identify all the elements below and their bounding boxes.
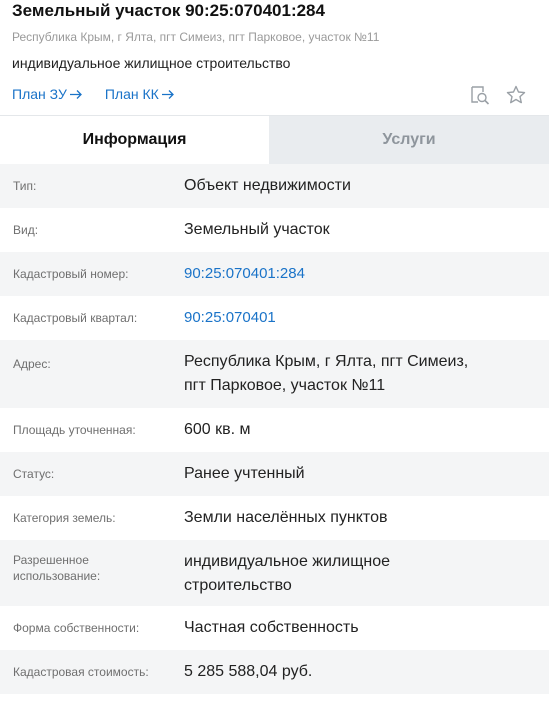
value-line-1: индивидуальное жилищное [184, 553, 390, 570]
header-actions [469, 84, 527, 106]
purpose-text: индивидуальное жилищное строительство [12, 55, 291, 71]
row-value: 600 кв. м [184, 421, 251, 438]
star-icon[interactable] [505, 84, 527, 106]
label-line-1: Разрешенное [13, 553, 89, 567]
row-label: Адрес: [13, 357, 51, 371]
label-line-2: использование: [13, 569, 101, 583]
tab-services[interactable]: Услуги [269, 116, 549, 164]
info-row-kind: Вид: Земельный участок [0, 208, 549, 252]
cadastral-number-link[interactable]: 90:25:070401:284 [184, 262, 549, 286]
row-value-address: Республика Крым, г Ялта, пгт Симеиз, пгт… [184, 350, 549, 398]
address-line-2: пгт Парковое, участок №11 [184, 377, 386, 394]
arrow-right-icon [69, 89, 82, 99]
value-line-2: строительство [184, 577, 292, 594]
row-label: Вид: [13, 223, 39, 237]
row-label: Форма собственности: [13, 621, 140, 635]
cadastral-quarter-link[interactable]: 90:25:070401 [184, 306, 549, 330]
address-line-1: Республика Крым, г Ялта, пгт Симеиз, [184, 353, 469, 370]
row-label: Тип: [13, 179, 37, 193]
info-row-cadastral-value: Кадастровая стоимость: 5 285 588,04 руб. [0, 650, 549, 694]
row-value: Земли населённых пунктов [184, 509, 388, 526]
tab-information[interactable]: Информация [0, 116, 269, 164]
search-document-icon[interactable] [469, 84, 491, 106]
page-title: Земельный участок 90:25:070401:284 [12, 1, 325, 20]
info-row-land-category: Категория земель: Земли населённых пункт… [0, 496, 549, 540]
row-label: Кадастровый номер: [13, 267, 129, 281]
info-row-address: Адрес: Республика Крым, г Ялта, пгт Симе… [0, 340, 549, 408]
row-label: Кадастровая стоимость: [13, 665, 149, 679]
plan-zu-label: План ЗУ [12, 86, 67, 102]
info-row-status: Статус: Ранее учтенный [0, 452, 549, 496]
row-label: Статус: [13, 467, 55, 481]
tab-bar: Информация Услуги [0, 115, 549, 165]
row-value: Частная собственность [184, 619, 359, 636]
row-value: Земельный участок [184, 221, 330, 238]
row-value: Ранее учтенный [184, 465, 305, 482]
row-label-permitted-use: Разрешенное использование: [0, 552, 184, 584]
row-value: 5 285 588,04 руб. [184, 663, 313, 680]
plan-zu-link[interactable]: План ЗУ [12, 86, 83, 102]
info-row-area: Площадь уточненная: 600 кв. м [0, 408, 549, 452]
row-label: Кадастровый квартал: [13, 311, 138, 325]
plan-kk-label: План КК [104, 86, 159, 102]
info-row-permitted-use: Разрешенное использование: индивидуально… [0, 540, 549, 606]
info-row-cadastral-quarter: Кадастровый квартал: 90:25:070401 [0, 296, 549, 340]
address-subtitle: Республика Крым, г Ялта, пгт Симеиз, пгт… [12, 30, 380, 44]
row-label: Категория земель: [13, 511, 116, 525]
arrow-right-icon [161, 89, 174, 99]
info-row-cadastral-number: Кадастровый номер: 90:25:070401:284 [0, 252, 549, 296]
row-value: Объект недвижимости [184, 177, 351, 194]
plan-links: План ЗУ План КК [12, 86, 175, 102]
object-header: Земельный участок 90:25:070401:284 Респу… [0, 0, 549, 114]
info-row-ownership: Форма собственности: Частная собственнос… [0, 606, 549, 650]
row-label: Площадь уточненная: [13, 423, 136, 437]
row-value-permitted-use: индивидуальное жилищное строительство [184, 550, 549, 598]
info-row-type: Тип: Объект недвижимости [0, 164, 549, 208]
info-table: Тип: Объект недвижимости Вид: Земельный … [0, 164, 549, 694]
plan-kk-link[interactable]: План КК [105, 86, 175, 102]
